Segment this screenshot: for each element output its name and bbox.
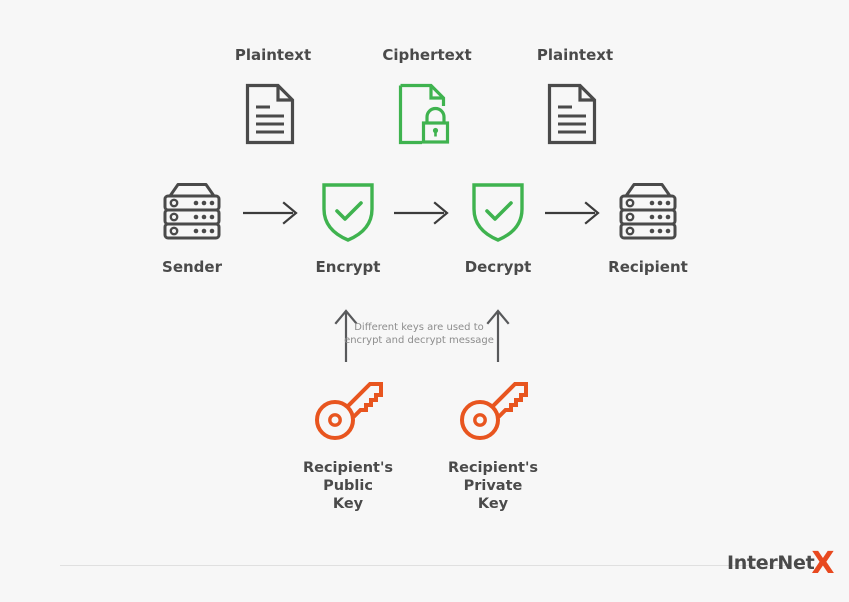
- key-icon: [313, 380, 385, 442]
- public-key-line-1: Recipient's: [302, 460, 394, 476]
- caption-recipients-private-key: Recipient's Private Key: [418, 459, 568, 513]
- public-key-line-3: Key: [332, 496, 364, 512]
- arrow-decrypt-to-recipient: [545, 200, 601, 226]
- arrow-encrypt-to-decrypt: [394, 200, 450, 226]
- public-key-line-2: Public: [323, 478, 373, 494]
- different-keys-note: Different keys are used to encrypt and d…: [334, 322, 504, 347]
- caption-decrypt: Decrypt: [464, 258, 532, 276]
- caption-sender: Sender: [162, 258, 222, 276]
- arrow-private-key-up: [483, 309, 513, 362]
- document-icon: [245, 83, 295, 145]
- note-line-1: Different keys are used to: [354, 322, 484, 333]
- logo-text: InterNet: [727, 552, 815, 574]
- note-line-2: encrypt and decrypt message: [344, 334, 494, 346]
- internetx-logo: InterNetX: [727, 549, 837, 579]
- footer-divider: [60, 565, 789, 566]
- document-locked-icon: [398, 83, 454, 145]
- caption-plaintext-left: Plaintext: [234, 46, 312, 64]
- private-key-line-1: Recipient's: [447, 460, 539, 476]
- diagram-canvas: Plaintext Ciphertext Plaintext Sender En…: [0, 0, 849, 602]
- private-key-line-3: Key: [477, 496, 509, 512]
- logo-accent-x: X: [811, 546, 835, 581]
- server-icon: [615, 180, 681, 242]
- caption-recipients-public-key: Recipient's Public Key: [273, 459, 423, 513]
- shield-check-icon: [470, 181, 526, 243]
- arrow-sender-to-encrypt: [243, 200, 299, 226]
- document-icon: [547, 83, 597, 145]
- key-icon: [458, 380, 530, 442]
- server-icon: [159, 180, 225, 242]
- shield-check-icon: [320, 181, 376, 243]
- private-key-line-2: Private: [463, 478, 523, 494]
- caption-recipient: Recipient: [608, 258, 688, 276]
- caption-plaintext-right: Plaintext: [536, 46, 614, 64]
- caption-ciphertext: Ciphertext: [382, 46, 472, 64]
- caption-encrypt: Encrypt: [315, 258, 381, 276]
